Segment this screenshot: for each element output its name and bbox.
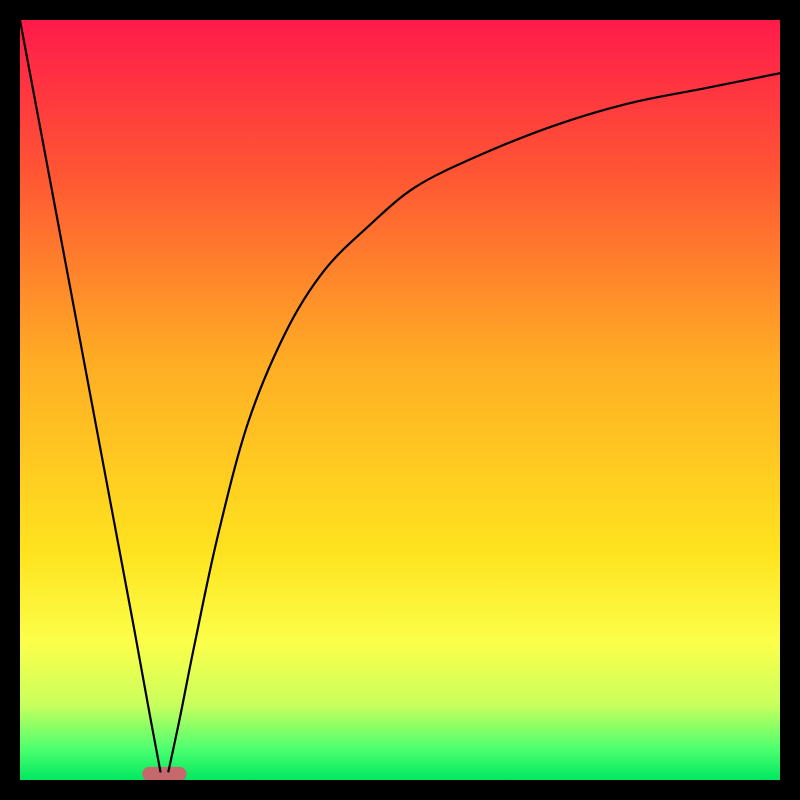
bottleneck-chart — [20, 20, 780, 780]
chart-frame: TheBottleneck.com — [20, 20, 780, 780]
gradient-background — [20, 20, 780, 780]
